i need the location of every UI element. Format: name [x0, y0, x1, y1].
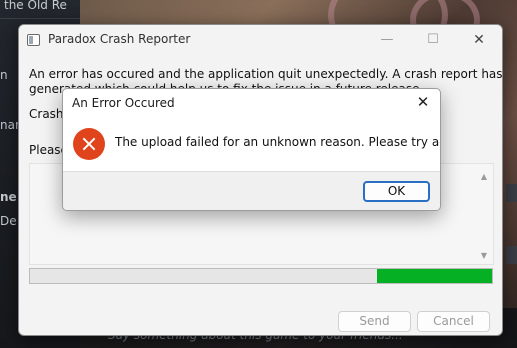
launcher-side-button[interactable]	[506, 184, 517, 202]
sidebar-text: nar	[0, 118, 20, 132]
app-icon	[27, 34, 40, 46]
sidebar-text: the Old Re	[4, 0, 67, 12]
cancel-button[interactable]: Cancel	[417, 311, 490, 332]
scroll-down-arrow-icon[interactable]: ▼	[481, 251, 487, 260]
maximize-button[interactable]: ☐	[410, 25, 456, 55]
window-title: Paradox Crash Reporter	[48, 32, 191, 46]
title-bar[interactable]: Paradox Crash Reporter — ☐ ✕	[19, 25, 502, 55]
sidebar-text: De	[0, 214, 17, 228]
dialog-footer: OK	[63, 171, 440, 210]
crash-label: Crash	[29, 107, 64, 121]
sidebar-text: ne	[0, 190, 17, 204]
minimize-button[interactable]: —	[364, 25, 410, 55]
progress-fill	[376, 269, 492, 283]
scroll-up-arrow-icon[interactable]: ▲	[481, 172, 487, 181]
ok-button[interactable]: OK	[363, 181, 430, 202]
dialog-close-icon[interactable]: ✕	[412, 91, 434, 113]
send-button[interactable]: Send	[338, 311, 411, 332]
sidebar-text: n	[0, 68, 8, 82]
sidebar-divider	[0, 18, 80, 19]
error-x-icon	[73, 128, 105, 160]
upload-progress-bar	[29, 268, 493, 284]
error-dialog: An Error Occured ✕ The upload failed for…	[62, 88, 441, 211]
launcher-side-button[interactable]	[506, 246, 517, 264]
crash-message-line1: An error has occured and the application…	[29, 67, 503, 81]
dialog-message: The upload failed for an unknown reason.…	[115, 135, 441, 149]
close-button[interactable]: ✕	[456, 25, 502, 55]
dialog-title: An Error Occured	[72, 96, 175, 110]
